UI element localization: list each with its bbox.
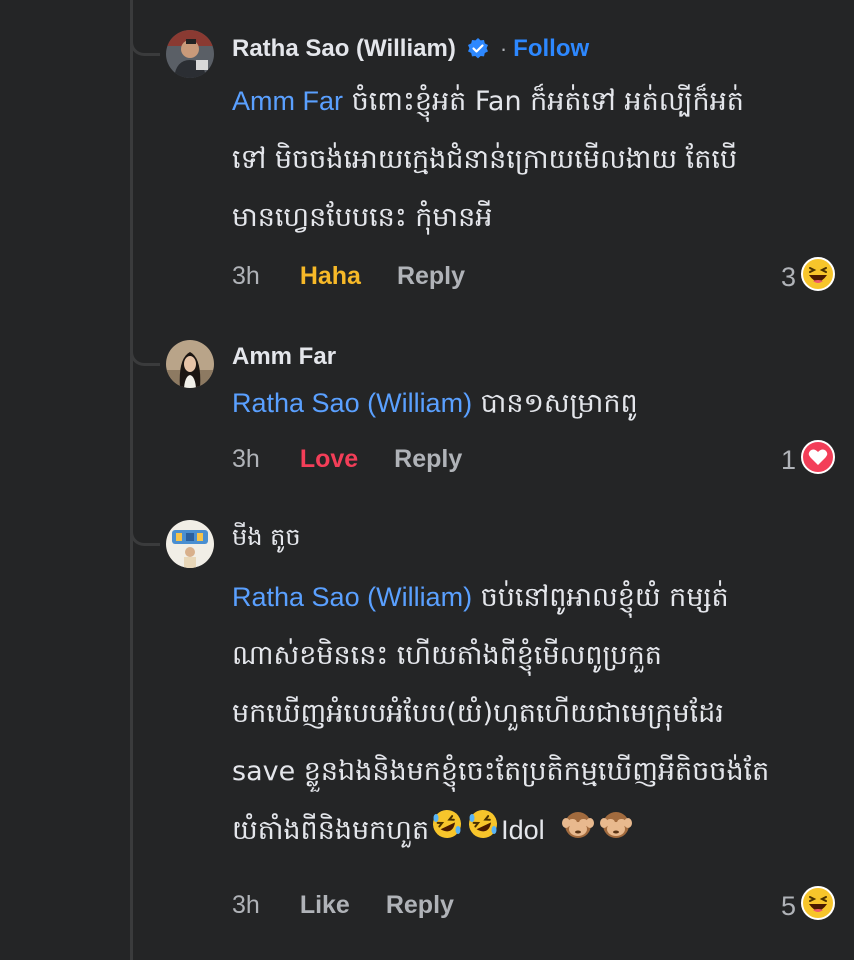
rofl-emoji-icon — [431, 803, 463, 861]
haha-emoji-icon — [800, 256, 836, 299]
timestamp[interactable]: 3h — [232, 445, 260, 474]
reaction-button[interactable]: Haha — [300, 262, 361, 291]
avatar-photo-amm — [166, 340, 214, 388]
comment: មីង តូច Ratha Sao (William) ចប់នៅពូអាលខ្… — [232, 522, 832, 861]
timestamp[interactable]: 3h — [232, 262, 260, 291]
comment-actions: 3h Haha Reply — [232, 262, 465, 291]
verified-badge-icon — [466, 37, 490, 61]
comment-text: Ratha Sao (William) បាន១សម្រាកពូ — [232, 374, 832, 433]
reaction-count: 1 — [780, 445, 796, 475]
avatar[interactable] — [166, 30, 214, 78]
reaction-button[interactable]: Love — [300, 445, 358, 474]
comment-text-line: យំតាំងពីនិងមកហួត — [232, 815, 430, 846]
comment-text-line: បាន១សម្រាកពូ — [472, 388, 638, 419]
comment-text-line: ទៅ មិចចង់អោយក្មេងជំនាន់ក្រោយមើលងាយ តែបើ — [232, 144, 738, 175]
see-no-evil-monkey-icon — [599, 803, 633, 861]
reaction-summary[interactable]: 3 — [781, 256, 836, 299]
author-name[interactable]: Amm Far — [232, 343, 336, 371]
comment-header: Amm Far — [232, 340, 832, 374]
avatar-photo-ming — [166, 520, 214, 568]
timestamp[interactable]: 3h — [232, 891, 260, 920]
comment: Amm Far Ratha Sao (William) បាន១សម្រាកពូ — [232, 340, 832, 433]
comment-text-line: មកឃើញអំបេបអំបែប(យំ)ហួតហើយជាមេក្រុមដែរ — [232, 698, 724, 729]
reply-button[interactable]: Reply — [397, 262, 465, 291]
author-name[interactable]: មីង តូច — [232, 522, 301, 557]
comment-thread: Ratha Sao (William) · Follow Amm Far ចំព… — [0, 0, 854, 960]
reaction-summary[interactable]: 1 — [781, 439, 836, 482]
see-no-evil-monkey-icon — [561, 803, 595, 861]
reaction-count: 5 — [780, 891, 796, 921]
author-name[interactable]: Ratha Sao (William) — [232, 35, 456, 63]
love-heart-icon — [800, 439, 836, 482]
reaction-summary[interactable]: 5 — [781, 885, 836, 928]
reply-button[interactable]: Reply — [394, 445, 462, 474]
reply-connector — [130, 28, 160, 56]
avatar-photo-ratha — [166, 30, 214, 78]
reply-button[interactable]: Reply — [386, 891, 454, 920]
reply-connector — [130, 338, 160, 366]
thread-line — [130, 0, 133, 960]
like-button[interactable]: Like — [300, 891, 350, 920]
comment-header: Ratha Sao (William) · Follow — [232, 32, 832, 66]
mention-link[interactable]: Amm Far — [232, 86, 343, 116]
comment: Ratha Sao (William) · Follow Amm Far ចំព… — [232, 32, 832, 247]
mention-link[interactable]: Ratha Sao (William) — [232, 388, 472, 418]
comment-text-line: ណាស់ខមិននេះ ហើយតាំងពីខ្ញុំមើលពូប្រកួត — [232, 640, 662, 671]
comment-text-line: ចំពោះខ្ញុំអត់ Fan ក៏អត់ទៅ អត់ល្បីក៏អត់ — [343, 86, 744, 117]
separator-dot: · — [499, 36, 508, 61]
haha-emoji-icon — [800, 885, 836, 928]
comment-header: មីង តូច — [232, 522, 832, 556]
avatar[interactable] — [166, 340, 214, 388]
comment-text-line: ចប់នៅពូអាលខ្ញុំយំ កម្សត់ — [472, 582, 729, 613]
reaction-count: 3 — [780, 262, 796, 292]
comment-text-line: មានហ្វេនបែបនេះ កុំមានអី — [232, 202, 493, 233]
comment-text: Amm Far ចំពោះខ្ញុំអត់ Fan ក៏អត់ទៅ អត់ល្ប… — [232, 72, 832, 247]
reply-connector — [130, 518, 160, 546]
avatar[interactable] — [166, 520, 214, 568]
follow-button[interactable]: Follow — [513, 35, 589, 63]
comment-text-idol: Idol — [501, 815, 545, 845]
comment-text: Ratha Sao (William) ចប់នៅពូអាលខ្ញុំយំ កម… — [232, 568, 832, 861]
comment-text-line: save ខ្លួនឯងនិងមកខ្ញុំចេះតែប្រតិកម្មឃើញអ… — [232, 756, 770, 787]
rofl-emoji-icon — [467, 803, 499, 861]
mention-link[interactable]: Ratha Sao (William) — [232, 582, 472, 612]
comment-actions: 3h Like Reply — [232, 891, 454, 920]
comment-actions: 3h Love Reply — [232, 445, 462, 474]
